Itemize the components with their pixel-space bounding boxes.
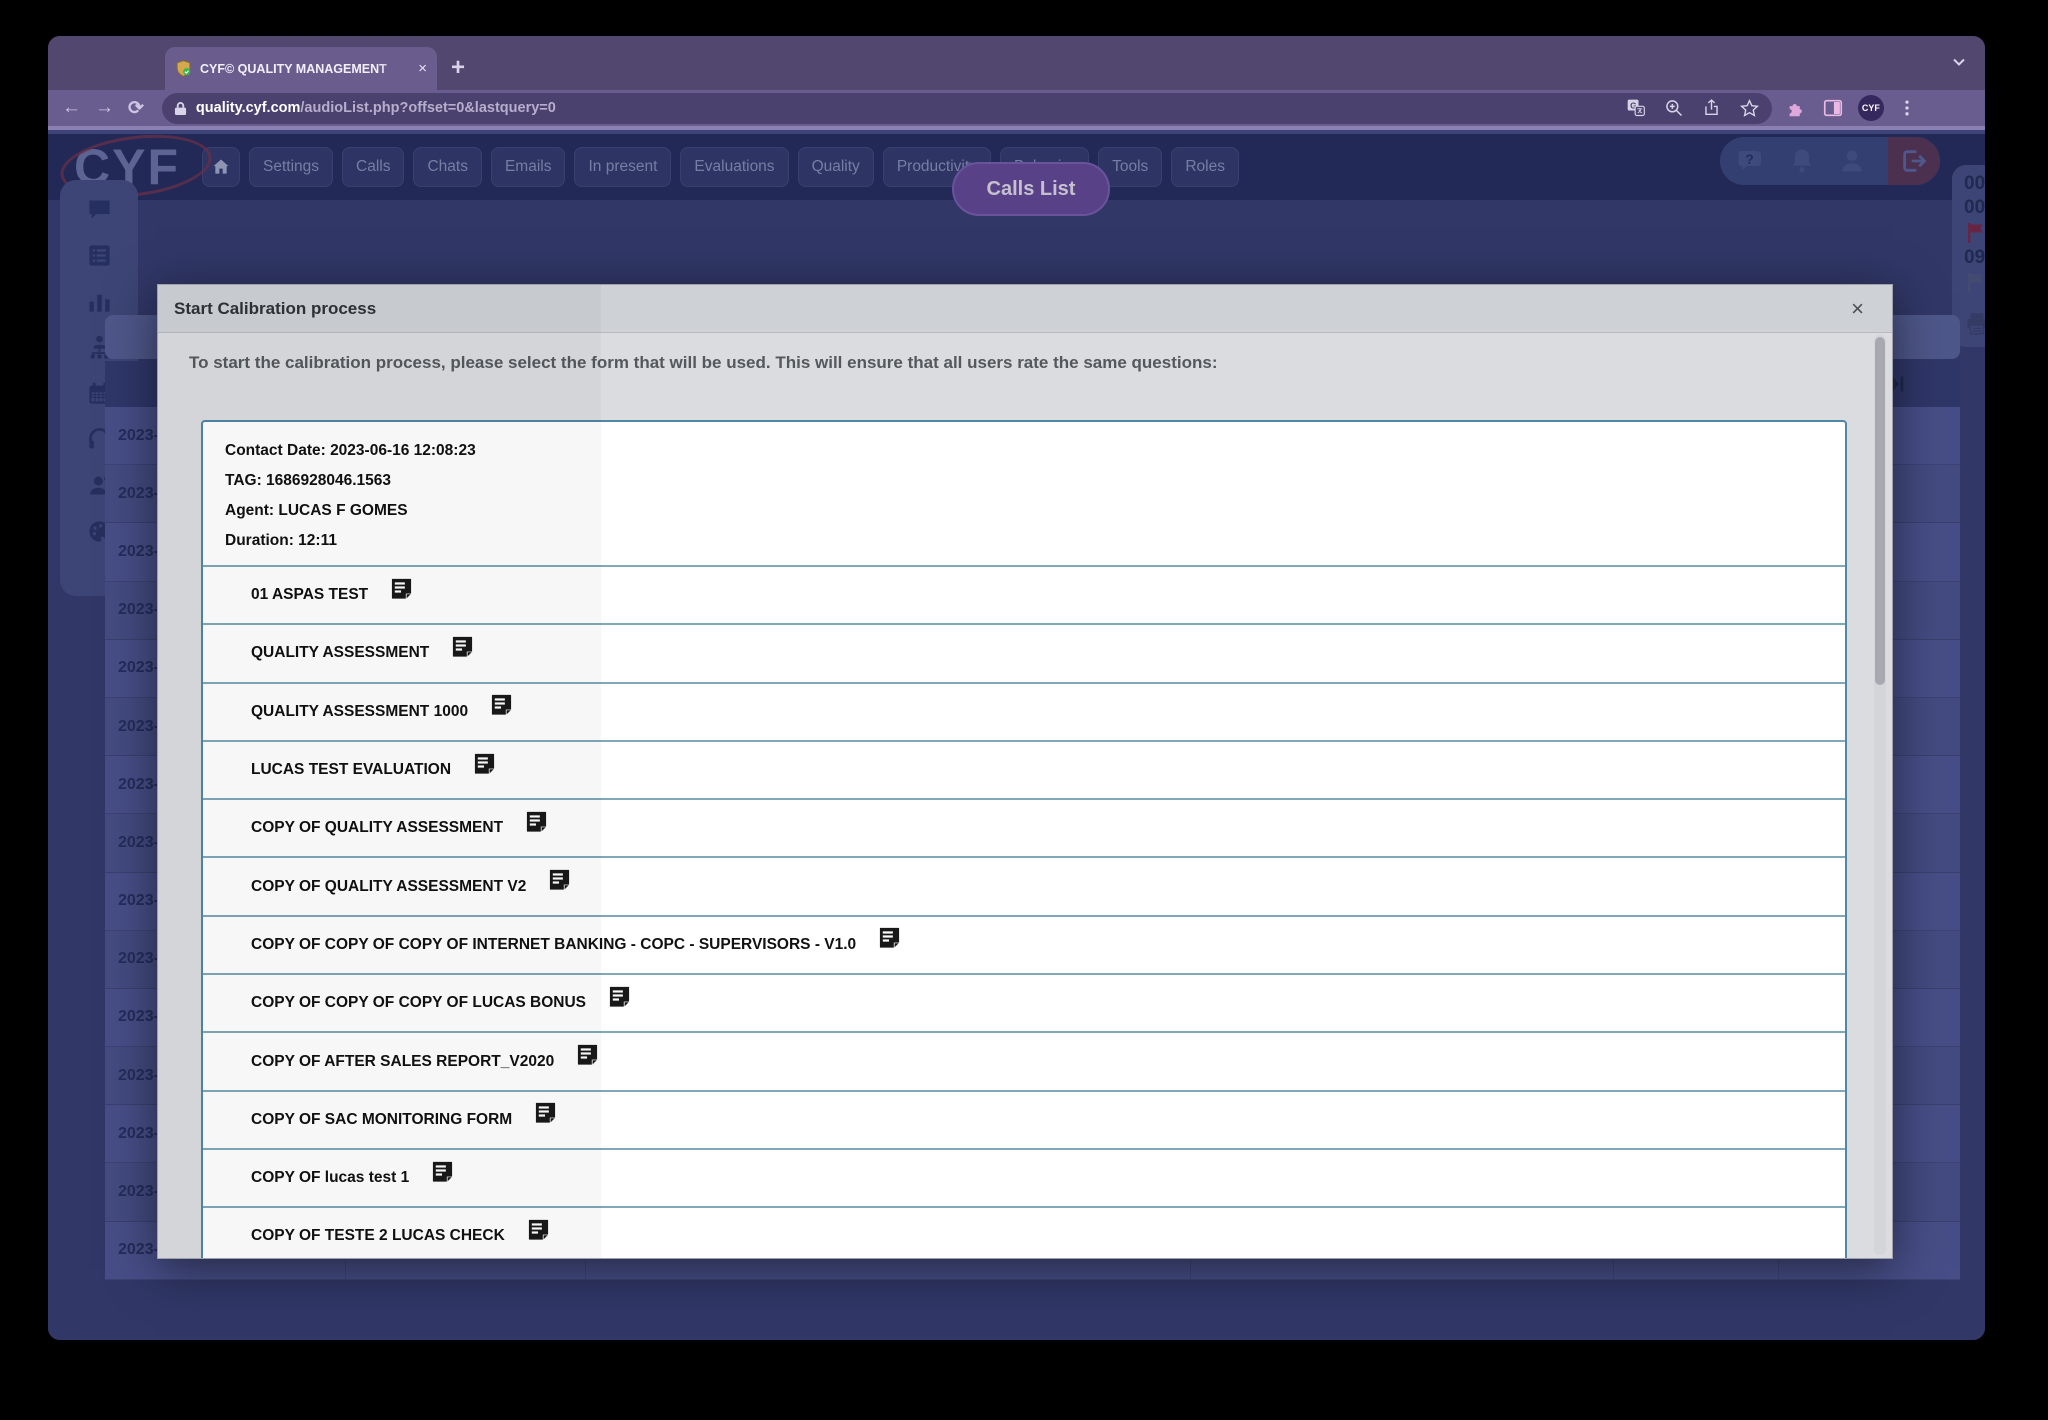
tabs-chevron-icon[interactable] <box>1951 54 1967 70</box>
info-duration: Duration: 12:11 <box>225 526 1845 556</box>
form-row[interactable]: COPY OF COPY OF COPY OF LUCAS BONUS <box>203 975 1845 1033</box>
forms-panel: Contact Date: 2023-06-16 12:08:23 TAG: 1… <box>201 420 1847 1259</box>
call-info: Contact Date: 2023-06-16 12:08:23 TAG: 1… <box>203 422 1845 556</box>
form-icon <box>534 1101 557 1124</box>
browser-window: CYF© QUALITY MANAGEMENT × + ← → ⟳ qualit… <box>48 36 1985 1340</box>
form-name: COPY OF lucas test 1 <box>251 1169 409 1187</box>
forms-list: 01 ASPAS TEST QUALITY ASSESSMENT QUALITY A… <box>203 567 1845 1259</box>
form-icon <box>576 1043 599 1066</box>
form-icon <box>473 752 496 775</box>
form-row[interactable]: COPY OF AFTER SALES REPORT_V2020 <box>203 1033 1845 1091</box>
share-icon[interactable] <box>1702 98 1721 118</box>
form-name: COPY OF COPY OF COPY OF LUCAS BONUS <box>251 994 586 1012</box>
toolbar: ← → ⟳ quality.cyf.com/audioList.php?offs… <box>48 90 1985 130</box>
info-tag: TAG: 1686928046.1563 <box>225 466 1845 496</box>
form-row[interactable]: COPY OF QUALITY ASSESSMENT <box>203 800 1845 858</box>
reload-icon[interactable]: ⟳ <box>128 97 144 120</box>
new-tab-button[interactable]: + <box>451 50 465 86</box>
form-row[interactable]: 01 ASPAS TEST <box>203 567 1845 625</box>
star-icon[interactable] <box>1739 98 1760 119</box>
form-icon <box>490 693 513 716</box>
form-icon <box>878 926 901 949</box>
tab-strip: CYF© QUALITY MANAGEMENT × + <box>48 36 1985 90</box>
address-bar[interactable]: quality.cyf.com/audioList.php?offset=0&l… <box>162 93 1772 124</box>
forward-icon[interactable]: → <box>95 97 114 119</box>
form-row[interactable]: QUALITY ASSESSMENT 1000 <box>203 684 1845 742</box>
info-contact-date: Contact Date: 2023-06-16 12:08:23 <box>225 436 1845 466</box>
form-name: LUCAS TEST EVALUATION <box>251 761 451 779</box>
lock-icon <box>174 101 187 116</box>
zoom-icon[interactable] <box>1664 98 1684 118</box>
form-name: COPY OF QUALITY ASSESSMENT V2 <box>251 878 526 896</box>
modal-scrollbar[interactable] <box>1874 335 1886 1255</box>
modal-close-icon[interactable]: × <box>1851 296 1864 322</box>
form-name: QUALITY ASSESSMENT <box>251 644 429 662</box>
form-name: QUALITY ASSESSMENT 1000 <box>251 703 468 721</box>
side-panel-icon[interactable] <box>1822 97 1844 119</box>
form-row[interactable]: COPY OF TESTE 2 LUCAS CHECK <box>203 1208 1845 1259</box>
back-icon[interactable]: ← <box>62 97 81 119</box>
form-row[interactable]: COPY OF SAC MONITORING FORM <box>203 1092 1845 1150</box>
form-name: COPY OF SAC MONITORING FORM <box>251 1111 512 1129</box>
form-name: COPY OF TESTE 2 LUCAS CHECK <box>251 1227 505 1245</box>
shield-favicon <box>175 60 192 77</box>
info-agent: Agent: LUCAS F GOMES <box>225 496 1845 526</box>
url-path: /audioList.php?offset=0&lastquery=0 <box>300 100 555 116</box>
extensions-icon[interactable] <box>1786 97 1808 119</box>
browser-tab[interactable]: CYF© QUALITY MANAGEMENT × <box>165 47 437 90</box>
kebab-menu-icon[interactable] <box>1898 98 1916 118</box>
url-host: quality.cyf.com <box>196 100 300 116</box>
form-name: COPY OF AFTER SALES REPORT_V2020 <box>251 1053 554 1071</box>
form-icon <box>525 810 548 833</box>
web-page: CYF SettingsCallsChatsEmailsIn presentEv… <box>48 134 1985 1340</box>
form-icon <box>548 868 571 891</box>
translate-icon[interactable]: G <box>1626 98 1646 118</box>
screen: CYF© QUALITY MANAGEMENT × + ← → ⟳ qualit… <box>0 0 2048 1420</box>
tab-close-icon[interactable]: × <box>418 60 427 77</box>
form-icon <box>451 635 474 658</box>
profile-avatar[interactable]: CYF <box>1858 95 1884 121</box>
form-name: 01 ASPAS TEST <box>251 586 368 604</box>
form-row[interactable]: LUCAS TEST EVALUATION <box>203 742 1845 800</box>
form-icon <box>431 1160 454 1183</box>
tab-title: CYF© QUALITY MANAGEMENT <box>200 62 410 76</box>
calibration-modal: Start Calibration process × To start the… <box>157 284 1893 1259</box>
form-icon <box>527 1218 550 1241</box>
form-row[interactable]: QUALITY ASSESSMENT <box>203 625 1845 683</box>
form-icon <box>608 985 631 1008</box>
form-name: COPY OF COPY OF COPY OF INTERNET BANKING… <box>251 936 856 954</box>
form-name: COPY OF QUALITY ASSESSMENT <box>251 819 503 837</box>
form-row[interactable]: COPY OF COPY OF COPY OF INTERNET BANKING… <box>203 917 1845 975</box>
form-icon <box>390 577 413 600</box>
modal-title: Start Calibration process <box>174 299 1851 319</box>
modal-scrollbar-thumb[interactable] <box>1875 337 1885 685</box>
modal-intro-text: To start the calibration process, please… <box>189 353 1217 373</box>
modal-titlebar: Start Calibration process × <box>158 285 1892 333</box>
form-row[interactable]: COPY OF QUALITY ASSESSMENT V2 <box>203 858 1845 916</box>
form-row[interactable]: COPY OF lucas test 1 <box>203 1150 1845 1208</box>
